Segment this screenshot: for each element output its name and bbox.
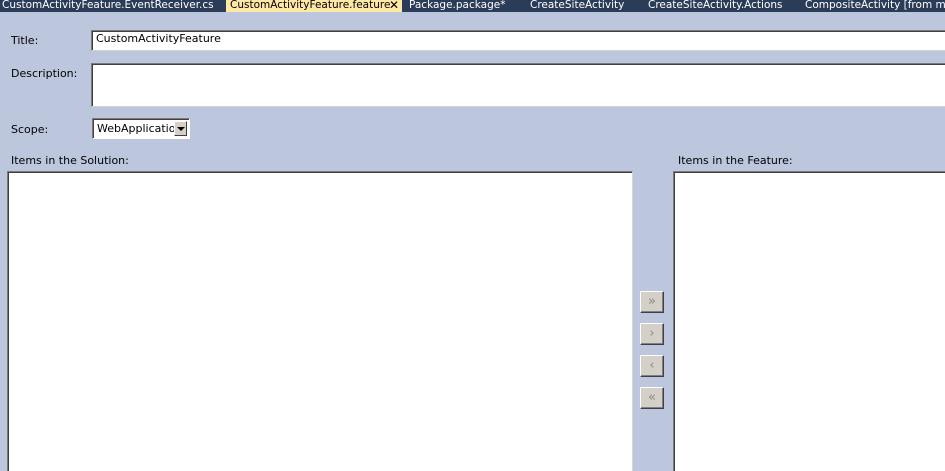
- feature-items-listbox[interactable]: [673, 171, 945, 471]
- tab-compositeactivity-metadata[interactable]: CompositeActivity [from metadata]: [805, 0, 945, 12]
- remove-button[interactable]: ‹: [640, 355, 664, 377]
- add-all-button[interactable]: »: [640, 291, 664, 313]
- tab-label: CompositeActivity [from metadata]: [805, 0, 945, 11]
- tab-label: CustomActivityFeature.EventReceiver.cs: [2, 0, 214, 11]
- tab-label: CustomActivityFeature.feature: [230, 0, 391, 11]
- description-input[interactable]: [91, 63, 945, 107]
- title-input[interactable]: CustomActivityFeature: [91, 30, 945, 51]
- tab-createsiteactivity-actions[interactable]: CreateSiteActivity.Actions: [648, 0, 798, 12]
- scope-label: Scope:: [11, 123, 49, 136]
- tab-package-package[interactable]: Package.package*: [409, 0, 519, 12]
- document-tab-strip: CustomActivityFeature.EventReceiver.cs C…: [0, 0, 945, 12]
- close-icon[interactable]: ✕: [389, 0, 399, 11]
- tab-label: CreateSiteActivity: [530, 0, 625, 11]
- tab-label: Package.package*: [409, 0, 506, 11]
- chevron-down-icon[interactable]: [174, 121, 187, 136]
- add-button[interactable]: ›: [640, 323, 664, 345]
- scope-select[interactable]: WebApplication: [92, 118, 190, 139]
- solution-items-label: Items in the Solution:: [11, 154, 129, 167]
- title-label: Title:: [11, 34, 39, 47]
- remove-all-button[interactable]: «: [640, 387, 664, 409]
- scope-selected-value: WebApplication: [97, 122, 183, 135]
- tab-customactivityfeature-feature[interactable]: CustomActivityFeature.feature ✕: [226, 0, 402, 12]
- tab-eventreceiver-cs[interactable]: CustomActivityFeature.EventReceiver.cs: [2, 0, 224, 12]
- solution-items-listbox[interactable]: [7, 171, 633, 471]
- feature-items-label: Items in the Feature:: [678, 154, 793, 167]
- tab-label: CreateSiteActivity.Actions: [648, 0, 783, 11]
- description-label: Description:: [11, 67, 78, 80]
- tab-createsiteactivity[interactable]: CreateSiteActivity: [530, 0, 640, 12]
